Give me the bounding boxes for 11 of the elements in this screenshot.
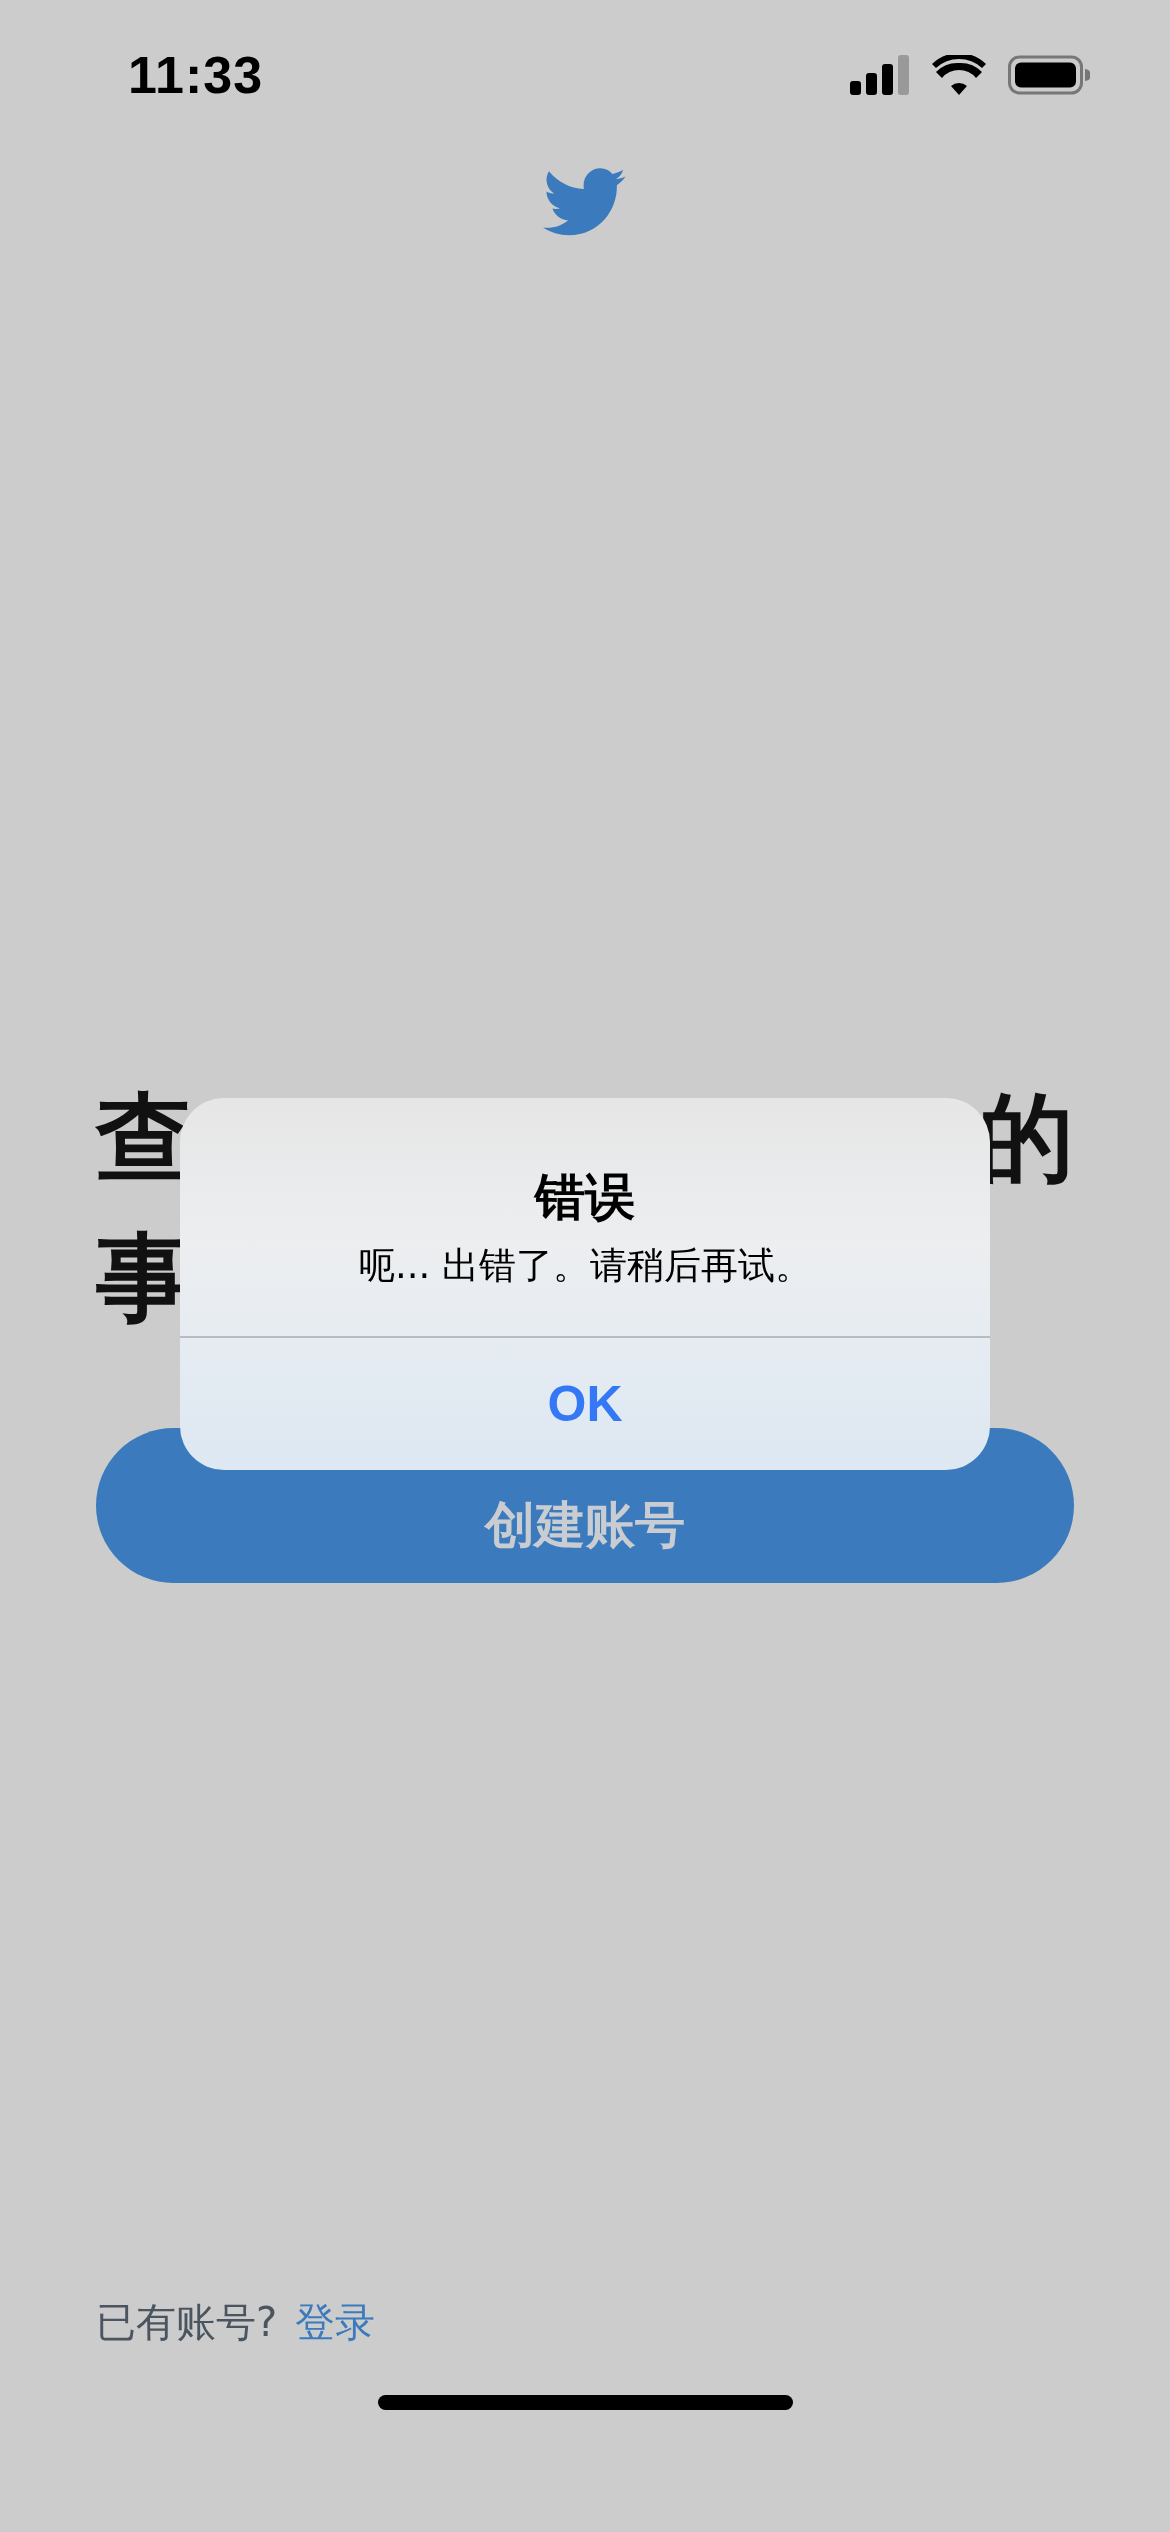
- bird-logo-icon: [543, 168, 627, 238]
- alert-title: 错误: [535, 1166, 635, 1228]
- battery-icon: [1008, 55, 1090, 95]
- signal-icon: [850, 55, 910, 95]
- alert-message: 呃... 出错了。请稍后再试。: [357, 1242, 812, 1289]
- account-prompt: 已有账号?: [96, 2298, 278, 2347]
- login-link[interactable]: 登录: [295, 2295, 376, 2350]
- headline-text: 查: [96, 1090, 192, 1186]
- wifi-icon: [932, 55, 986, 95]
- status-time: 11:33: [128, 45, 264, 105]
- headline-text: 事: [96, 1230, 192, 1326]
